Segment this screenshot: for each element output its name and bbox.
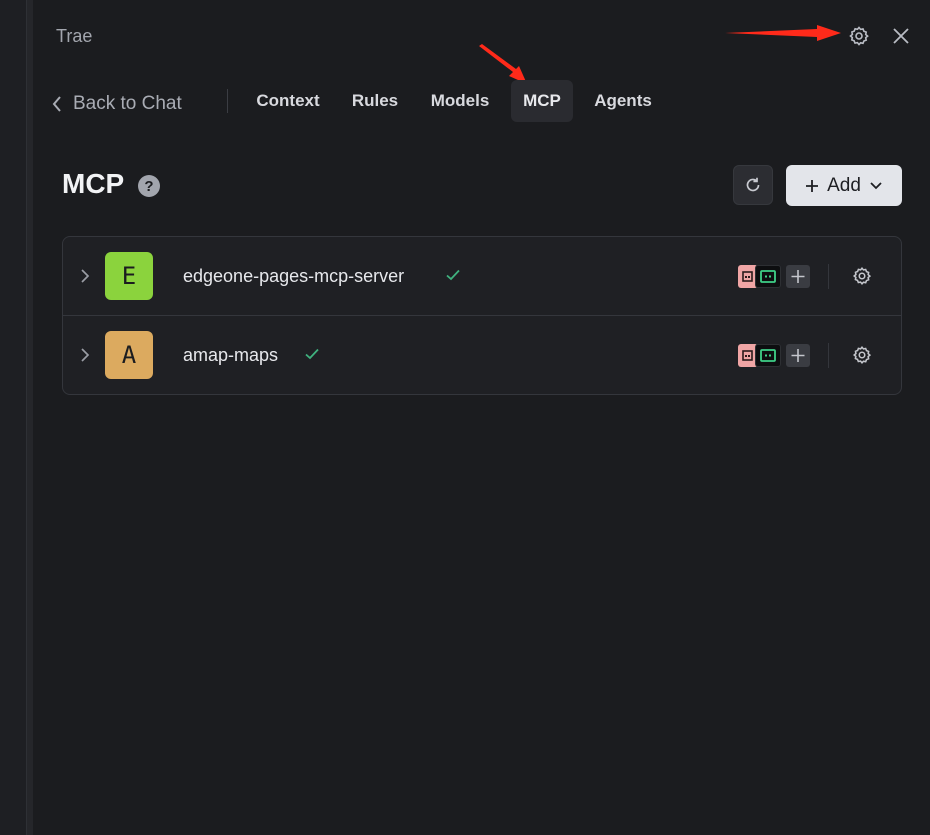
app-title: Trae [56, 26, 93, 46]
add-tool-button[interactable] [786, 344, 810, 367]
check-icon [446, 269, 460, 281]
annotation-arrow-gear [725, 25, 841, 41]
back-to-chat-label: Back to Chat [73, 93, 182, 114]
server-name: edgeone-pages-mcp-server [183, 266, 405, 286]
nav-divider [227, 89, 228, 113]
chevron-left-icon [52, 96, 61, 112]
server-name: amap-maps [183, 345, 279, 365]
list-item[interactable]: A amap-maps [63, 315, 901, 394]
help-icon[interactable]: ? [138, 175, 160, 197]
plus-icon [791, 270, 805, 283]
tab-rules[interactable]: Rules [345, 80, 405, 122]
chevron-right-icon[interactable] [78, 346, 92, 364]
left-editor-strip [0, 0, 26, 835]
chevron-down-icon [870, 181, 882, 189]
add-button-label: Add [827, 174, 861, 196]
plus-icon [791, 349, 805, 362]
tool-icon-terminal [755, 344, 781, 367]
add-tool-button[interactable] [786, 265, 810, 288]
gear-icon[interactable] [851, 265, 873, 287]
chevron-right-icon[interactable] [78, 267, 92, 285]
gear-icon[interactable] [851, 344, 873, 366]
tool-icon-terminal [755, 265, 781, 288]
tab-agents[interactable]: Agents [585, 80, 661, 122]
plus-icon [806, 179, 819, 192]
row-divider [828, 343, 829, 368]
tab-context[interactable]: Context [246, 80, 330, 122]
tab-models[interactable]: Models [421, 80, 499, 122]
tab-mcp[interactable]: MCP [511, 80, 573, 122]
server-avatar: A [105, 331, 153, 379]
list-item[interactable]: E edgeone-pages-mcp-server [63, 237, 901, 315]
refresh-button[interactable] [733, 165, 773, 205]
settings-panel: Trae Back to Chat Context Rules Models M… [33, 0, 930, 835]
add-button[interactable]: Add [786, 165, 902, 206]
close-icon[interactable] [889, 24, 913, 48]
gear-icon[interactable] [847, 24, 871, 48]
page-title: MCP [62, 168, 125, 199]
server-avatar: E [105, 252, 153, 300]
check-icon [305, 348, 319, 360]
row-divider [828, 264, 829, 289]
mcp-server-list: E edgeone-pages-mcp-server A amap-maps [62, 236, 902, 395]
refresh-icon [746, 177, 760, 192]
back-to-chat-button[interactable]: Back to Chat [51, 88, 182, 120]
